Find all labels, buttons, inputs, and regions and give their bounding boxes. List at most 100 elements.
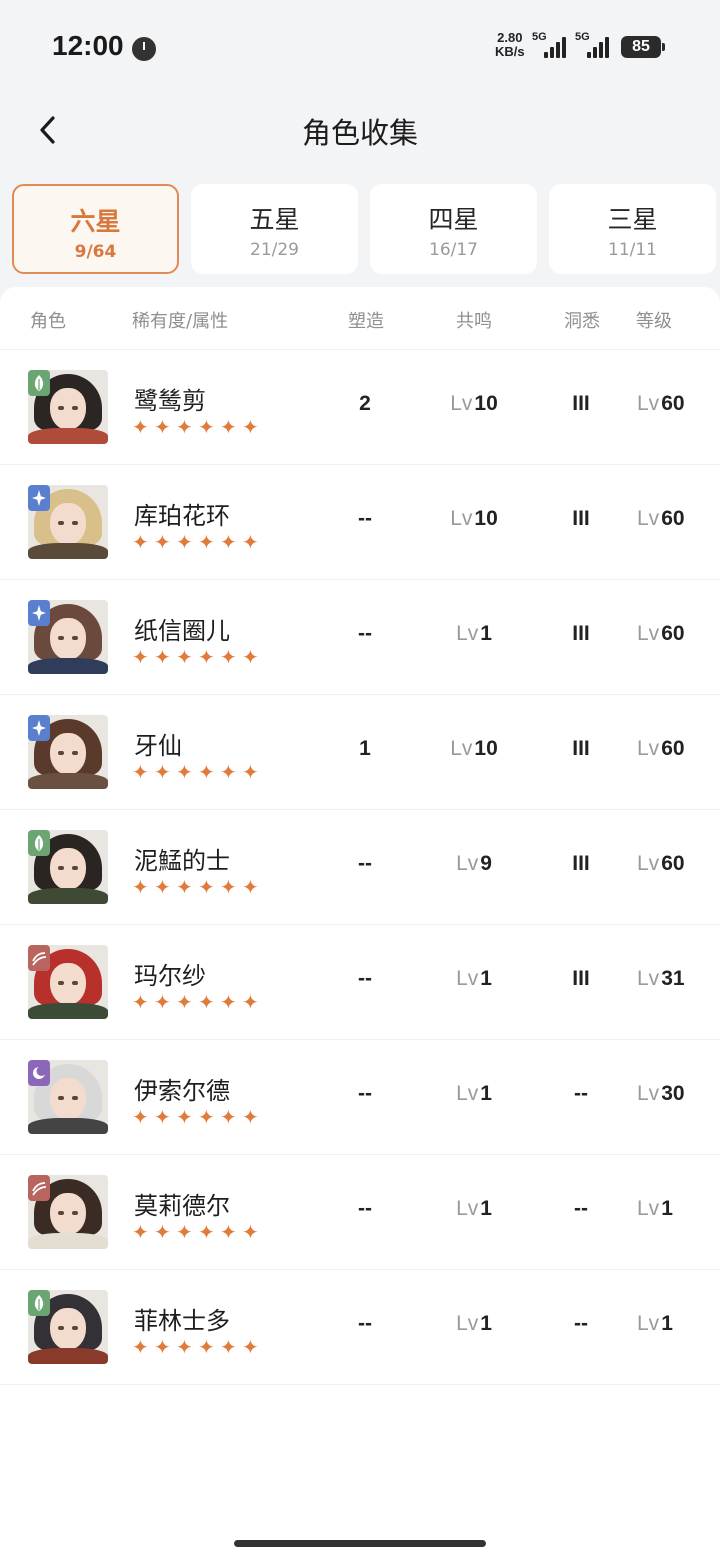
star-icon: ✦ <box>198 1335 215 1359</box>
tab-six-star[interactable]: 六星 9/64 <box>12 184 179 274</box>
star-icon: ✦ <box>242 1335 259 1359</box>
table-row[interactable]: 泥鯭的士 ✦ ✦ ✦ ✦ ✦ ✦ -- Lv9 III Lv60 <box>0 810 720 925</box>
level-value: Lv60 <box>628 852 700 876</box>
table-row[interactable]: 牙仙 ✦ ✦ ✦ ✦ ✦ ✦ 1 Lv10 III Lv60 <box>0 695 720 810</box>
star-icon: ✦ <box>176 1220 193 1244</box>
lv-prefix: Lv <box>637 622 660 645</box>
insight-value: III <box>572 622 590 645</box>
insight-value: III <box>572 737 590 760</box>
shaping-value: -- <box>358 852 372 875</box>
resonance-level: 10 <box>474 737 498 760</box>
table-row[interactable]: 库珀花环 ✦ ✦ ✦ ✦ ✦ ✦ -- Lv10 III Lv60 <box>0 465 720 580</box>
leaf-icon <box>28 830 50 856</box>
star-icon: ✦ <box>242 530 259 554</box>
star-icon: ✦ <box>242 645 259 669</box>
resonance-value: Lv10 <box>438 737 510 761</box>
character-name: 菲林士多 <box>134 1307 230 1335</box>
star-icon: ✦ <box>132 1220 149 1244</box>
shaping-value: -- <box>358 622 372 645</box>
home-indicator[interactable] <box>234 1540 486 1547</box>
tab-count: 16/17 <box>429 240 478 260</box>
shaping-value: 2 <box>359 392 371 415</box>
star-icon: ✦ <box>220 1220 237 1244</box>
star-sparkle-icon <box>28 715 50 741</box>
tab-three-star[interactable]: 三星 11/11 <box>549 184 716 274</box>
character-table: 角色 稀有度/属性 塑造 共鸣 洞悉 等级 鹭鸶剪 ✦ ✦ ✦ ✦ ✦ ✦ 2 Lv10 III L… <box>0 287 720 1559</box>
character-name: 伊索尔德 <box>134 1077 230 1105</box>
level-value: Lv60 <box>628 392 700 416</box>
tab-label: 六星 <box>70 207 121 236</box>
clock-icon <box>132 37 156 61</box>
tab-four-star[interactable]: 四星 16/17 <box>370 184 537 274</box>
character-level: 30 <box>661 1082 685 1105</box>
table-row[interactable]: 鹭鸶剪 ✦ ✦ ✦ ✦ ✦ ✦ 2 Lv10 III Lv60 <box>0 350 720 465</box>
level-value: Lv60 <box>628 507 700 531</box>
tab-label: 三星 <box>607 205 658 234</box>
character-level: 31 <box>661 967 685 990</box>
shaping-value: -- <box>358 1197 372 1220</box>
character-level: 1 <box>661 1197 673 1220</box>
star-icon: ✦ <box>176 990 193 1014</box>
star-icon: ✦ <box>132 645 149 669</box>
resonance-value: Lv1 <box>438 622 510 646</box>
table-row[interactable]: 伊索尔德 ✦ ✦ ✦ ✦ ✦ ✦ -- Lv1 -- Lv30 <box>0 1040 720 1155</box>
character-name: 鹭鸶剪 <box>134 387 206 415</box>
resonance-value: Lv1 <box>438 967 510 991</box>
star-icon: ✦ <box>154 645 171 669</box>
level-value: Lv31 <box>628 967 700 991</box>
character-level: 1 <box>661 1312 673 1335</box>
star-icon: ✦ <box>242 1220 259 1244</box>
insight-value: III <box>572 507 590 530</box>
lv-prefix: Lv <box>637 737 660 760</box>
star-icon: ✦ <box>198 530 215 554</box>
insight-value: -- <box>574 1312 588 1335</box>
claw-icon <box>28 945 50 971</box>
table-row[interactable]: 莫莉德尔 ✦ ✦ ✦ ✦ ✦ ✦ -- Lv1 -- Lv1 <box>0 1155 720 1270</box>
table-row[interactable]: 纸信圈儿 ✦ ✦ ✦ ✦ ✦ ✦ -- Lv1 III Lv60 <box>0 580 720 695</box>
battery-icon: 85 <box>621 36 665 58</box>
rarity-stars: ✦ ✦ ✦ ✦ ✦ ✦ <box>132 530 264 554</box>
star-sparkle-icon <box>28 485 50 511</box>
column-header-character: 角色 <box>30 311 66 332</box>
leaf-icon <box>28 370 50 396</box>
lv-prefix: Lv <box>456 967 479 990</box>
resonance-value: Lv1 <box>438 1312 510 1336</box>
resonance-value: Lv10 <box>438 507 510 531</box>
star-icon: ✦ <box>176 1335 193 1359</box>
star-icon: ✦ <box>132 1105 149 1129</box>
star-icon: ✦ <box>198 645 215 669</box>
star-icon: ✦ <box>176 530 193 554</box>
rarity-stars: ✦ ✦ ✦ ✦ ✦ ✦ <box>132 875 264 899</box>
lv-prefix: Lv <box>456 1082 479 1105</box>
star-icon: ✦ <box>220 530 237 554</box>
column-header-shaping: 塑造 <box>348 311 384 332</box>
shaping-value: -- <box>358 507 372 530</box>
lv-prefix: Lv <box>637 1197 660 1220</box>
star-icon: ✦ <box>198 1105 215 1129</box>
star-icon: ✦ <box>176 645 193 669</box>
star-icon: ✦ <box>176 415 193 439</box>
level-value: Lv60 <box>628 622 700 646</box>
character-name: 纸信圈儿 <box>134 617 230 645</box>
tab-count: 11/11 <box>608 240 657 260</box>
table-row[interactable]: 菲林士多 ✦ ✦ ✦ ✦ ✦ ✦ -- Lv1 -- Lv1 <box>0 1270 720 1385</box>
rarity-stars: ✦ ✦ ✦ ✦ ✦ ✦ <box>132 415 264 439</box>
star-icon: ✦ <box>198 875 215 899</box>
level-value: Lv30 <box>628 1082 700 1106</box>
resonance-value: Lv9 <box>438 852 510 876</box>
star-icon: ✦ <box>154 990 171 1014</box>
lv-prefix: Lv <box>450 507 473 530</box>
tab-five-star[interactable]: 五星 21/29 <box>191 184 358 274</box>
character-level: 60 <box>661 737 685 760</box>
table-row[interactable]: 玛尔纱 ✦ ✦ ✦ ✦ ✦ ✦ -- Lv1 III Lv31 <box>0 925 720 1040</box>
star-icon: ✦ <box>220 1335 237 1359</box>
network-speed-value: 2.80 <box>497 30 523 45</box>
network-speed-unit: KB/s <box>495 44 525 59</box>
lv-prefix: Lv <box>450 737 473 760</box>
lv-prefix: Lv <box>456 852 479 875</box>
insight-value: III <box>572 852 590 875</box>
shaping-value: -- <box>358 1312 372 1335</box>
shaping-value: -- <box>358 967 372 990</box>
star-icon: ✦ <box>198 760 215 784</box>
rarity-stars: ✦ ✦ ✦ ✦ ✦ ✦ <box>132 760 264 784</box>
